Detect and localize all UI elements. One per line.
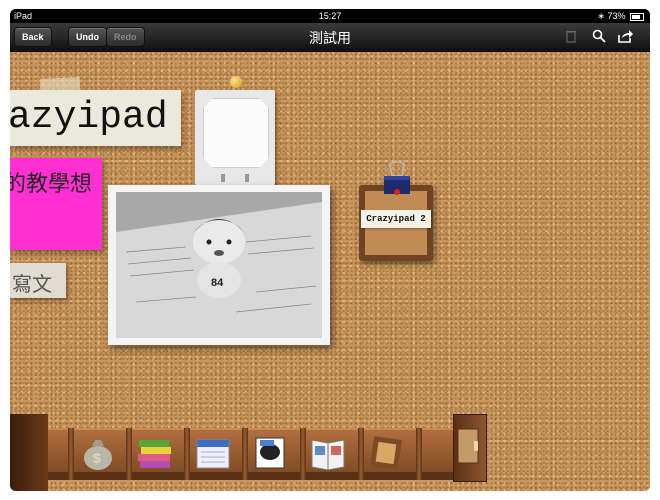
shelf-divider [358,428,364,480]
clock: 15:27 [318,11,342,21]
nav-bar: Back Undo Redo 測試用 [10,23,650,52]
share-icon[interactable] [617,29,633,45]
app-window: iPad 15:27 ∗ 73% Back Undo Redo 測試用 azyi… [10,9,650,491]
write-note[interactable]: 寫文 [10,263,66,298]
card-hook-right [245,174,249,182]
title-note-text: azyipad [10,96,168,139]
shelf-left-end [10,414,48,491]
svg-text:$: $ [93,450,101,466]
push-pin-icon [230,76,242,88]
page-title: 測試用 [309,30,351,46]
battery-status: ∗ 73% [597,11,644,22]
blank-card-paper [203,98,269,168]
battery-icon [630,12,644,21]
photo-frame[interactable]: 84 [108,185,330,345]
calendar-icon[interactable] [193,434,233,472]
cork-board[interactable]: azyipad 的教學想 寫文 84 Crazyipad 2 $ [10,52,650,491]
pink-sticky-note[interactable]: 的教學想 [10,158,102,250]
bottom-shelf: $ [10,414,650,491]
shelf-divider [242,428,248,480]
battery-percent: 73% [607,11,626,21]
comic-icon[interactable] [250,434,290,472]
shelf-divider [126,428,132,480]
blank-card[interactable] [195,90,275,185]
books-icon[interactable] [135,434,175,472]
photo-badge-text: 84 [211,277,224,289]
shelf-divider [184,428,190,480]
drawer-icon[interactable] [453,414,487,482]
shelf-ledge [24,472,472,480]
pink-note-text: 的教學想 [10,171,93,196]
status-bar: iPad 15:27 ∗ 73% [10,9,650,23]
trash-icon[interactable] [563,29,579,45]
frame-icon[interactable] [366,434,406,472]
shelf-divider [68,428,74,480]
photo-image: 84 [116,192,322,338]
search-icon[interactable] [591,29,607,45]
clip-label[interactable]: Crazyipad 2 [361,210,431,228]
shelf-divider [416,428,422,480]
money-bag-icon[interactable]: $ [78,434,118,472]
write-note-text: 寫文 [12,274,52,296]
title-note[interactable]: azyipad [10,90,181,146]
card-hook-left [221,174,225,182]
shelf-divider [300,428,306,480]
bluetooth-icon: ∗ [597,11,605,21]
binder-clip-icon [380,161,414,202]
book-icon[interactable] [308,434,348,472]
